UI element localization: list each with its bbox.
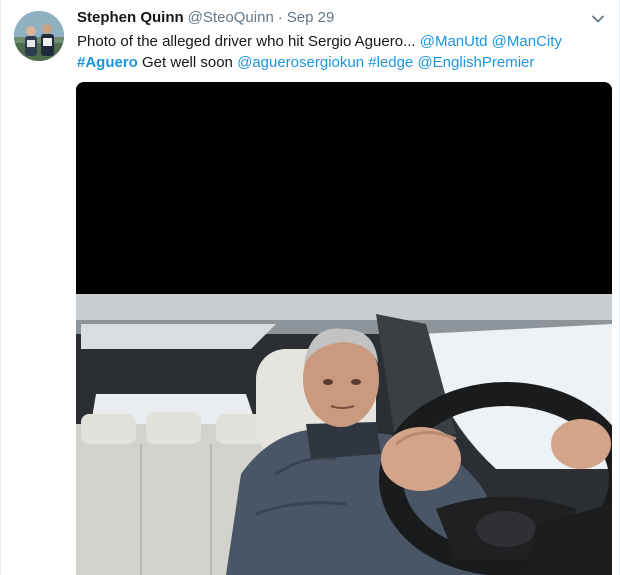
mention-manutd[interactable]: @ManUtd <box>420 33 488 50</box>
avatar-image <box>14 11 64 61</box>
avatar[interactable] <box>14 11 64 61</box>
hashtag-aguero[interactable]: #Aguero <box>77 54 138 71</box>
tweet-text-part2: Get well soon <box>142 54 233 71</box>
tweet-text-part1: Photo of the alleged driver who hit Serg… <box>77 33 416 50</box>
author-name[interactable]: Stephen Quinn <box>77 9 184 26</box>
tweet-card: Stephen Quinn @SteoQuinn · Sep 29 Photo … <box>0 0 620 575</box>
media-photo-driver[interactable] <box>76 294 612 575</box>
mention-aguerosergiokun[interactable]: @aguerosergiokun <box>237 54 364 71</box>
chevron-down-icon[interactable] <box>591 12 605 26</box>
separator-dot: · <box>277 9 283 26</box>
tweet-header: Stephen Quinn @SteoQuinn · Sep 29 <box>77 9 334 29</box>
media-black-area <box>76 82 612 294</box>
tweet-text: Photo of the alleged driver who hit Serg… <box>77 31 607 73</box>
tweet-timestamp[interactable]: Sep 29 <box>287 9 335 26</box>
author-handle[interactable]: @SteoQuinn <box>188 9 274 26</box>
hashtag-ledge[interactable]: #ledge <box>368 54 413 71</box>
mention-englishpremier[interactable]: @EnglishPremier <box>417 54 534 71</box>
mention-mancity[interactable]: @ManCity <box>492 33 562 50</box>
tweet-media[interactable] <box>76 82 612 575</box>
